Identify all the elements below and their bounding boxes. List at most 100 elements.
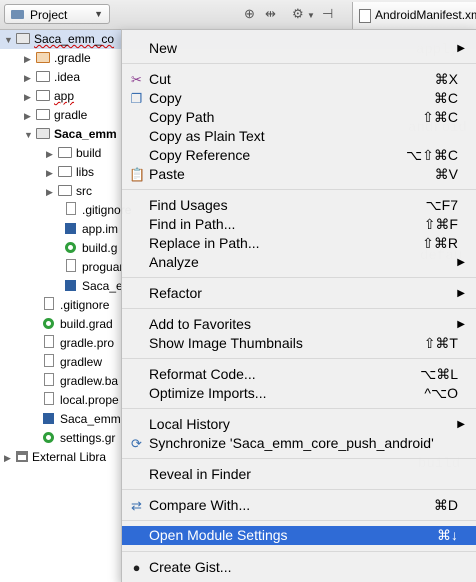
menu-item-label: Copy Reference <box>149 147 251 163</box>
menu-item-label: Paste <box>149 166 185 182</box>
menu-item-label: Refactor <box>149 285 202 301</box>
tree-row-external-libraries[interactable]: ▶ External Libra <box>4 448 106 467</box>
library-icon <box>16 451 28 462</box>
tree-label: .gitignore <box>60 298 110 312</box>
tree-row[interactable]: build.grad <box>42 315 113 334</box>
menu-item-add-to-favorites[interactable]: Add to Favorites ▶ <box>122 315 476 334</box>
menu-item-new[interactable]: New ▶ <box>122 39 476 58</box>
menu-item-label: Find Usages <box>149 197 228 213</box>
tree-row[interactable]: ▶ app <box>24 87 74 106</box>
collapsed-arrow-icon: ▶ <box>46 187 53 197</box>
menu-item-cut[interactable]: ✂ Cut ⌘X <box>122 70 476 89</box>
file-icon <box>66 202 76 215</box>
tree-row[interactable]: gradle.pro <box>42 334 114 353</box>
tree-row[interactable]: proguar <box>64 258 123 277</box>
tree-row[interactable]: ▶ build <box>46 144 101 163</box>
menu-item-paste[interactable]: 📋 Paste ⌘V <box>122 165 476 184</box>
menu-item-reveal-in-finder[interactable]: Reveal in Finder <box>122 465 476 484</box>
tree-row[interactable]: ▶ libs <box>46 163 94 182</box>
collapsed-arrow-icon: ▶ <box>24 92 31 102</box>
menu-shortcut: ^⌥O <box>424 385 458 401</box>
tree-row[interactable]: ▶ .idea <box>24 68 80 87</box>
menu-item-compare-with[interactable]: ⇄ Compare With... ⌘D <box>122 496 476 515</box>
file-icon <box>44 335 54 348</box>
menu-item-replace-in-path[interactable]: Replace in Path... ⇧⌘R <box>122 234 476 253</box>
menu-item-label: Reformat Code... <box>149 366 256 382</box>
menu-item-label: Copy Path <box>149 109 215 125</box>
folder-icon <box>36 71 50 82</box>
menu-separator <box>122 308 476 309</box>
hide-panel-icon[interactable]: ⊣ <box>322 6 333 22</box>
project-toolbar: Project ▼ ⊕ ⇹ ⚙ ▼ ⊣ AndroidManifest.xml <box>0 0 476 30</box>
module-file-icon <box>43 413 54 424</box>
tree-row[interactable]: Saca_e <box>64 277 123 296</box>
tree-row[interactable]: .gitignore <box>42 296 109 315</box>
project-view-dropdown[interactable]: Project ▼ <box>4 4 110 24</box>
folder-icon <box>58 166 72 177</box>
menu-item-find-usages[interactable]: Find Usages ⌥F7 <box>122 196 476 215</box>
tree-label: settings.gr <box>60 431 116 445</box>
tree-label: .gradle <box>54 51 91 65</box>
menu-item-label: Local History <box>149 416 230 432</box>
tree-row[interactable]: settings.gr <box>42 429 115 448</box>
tree-label: src <box>76 184 92 198</box>
menu-shortcut: ⌥F7 <box>425 197 458 213</box>
tree-label: build.grad <box>60 317 113 331</box>
collapsed-arrow-icon: ▶ <box>24 54 31 64</box>
gear-dropdown-icon[interactable]: ▼ <box>307 8 315 24</box>
menu-item-analyze[interactable]: Analyze ▶ <box>122 253 476 272</box>
menu-separator <box>122 189 476 190</box>
tree-label: External Libra <box>32 450 107 464</box>
tree-label: Saca_e <box>82 279 123 293</box>
tree-label: app <box>54 89 75 103</box>
menu-separator <box>122 520 476 521</box>
menu-item-find-in-path[interactable]: Find in Path... ⇧⌘F <box>122 215 476 234</box>
gear-icon[interactable]: ⚙ <box>292 6 304 22</box>
tree-row[interactable]: ▼ Saca_emm <box>24 125 117 144</box>
gradle-icon <box>43 318 54 329</box>
menu-item-create-gist[interactable]: ● Create Gist... <box>122 558 476 577</box>
tree-row[interactable]: gradlew <box>42 353 102 372</box>
menu-separator <box>122 358 476 359</box>
tab-android-manifest[interactable]: AndroidManifest.xml <box>352 2 476 29</box>
tree-row[interactable]: ▶ .gradle <box>24 49 91 68</box>
menu-item-copy-reference[interactable]: Copy Reference ⌥⇧⌘C <box>122 146 476 165</box>
tree-row[interactable]: ▶ gradle <box>24 106 87 125</box>
collapsed-arrow-icon: ▶ <box>24 73 31 83</box>
menu-item-label: Find in Path... <box>149 216 236 232</box>
collapse-icon[interactable]: ⇹ <box>265 6 276 22</box>
menu-item-synchronize[interactable]: ⟳ Synchronize 'Saca_emm_core_push_androi… <box>122 434 476 453</box>
menu-item-reformat-code[interactable]: Reformat Code... ⌥⌘L <box>122 365 476 384</box>
tree-label: gradlew <box>60 355 103 369</box>
paste-icon: 📋 <box>129 167 146 182</box>
menu-item-label: Synchronize 'Saca_emm_core_push_android' <box>149 435 434 451</box>
folder-icon <box>58 185 72 196</box>
tree-label: libs <box>76 165 95 179</box>
crosshair-icon[interactable]: ⊕ <box>244 6 255 22</box>
menu-item-copy[interactable]: ❐ Copy ⌘C <box>122 89 476 108</box>
menu-item-refactor[interactable]: Refactor ▶ <box>122 284 476 303</box>
tree-row[interactable]: gradlew.ba <box>42 372 118 391</box>
tree-row[interactable]: build.g <box>64 239 117 258</box>
menu-shortcut: ⌘X <box>434 71 458 87</box>
menu-separator <box>122 408 476 409</box>
menu-item-copy-plain-text[interactable]: Copy as Plain Text <box>122 127 476 146</box>
folder-icon <box>58 147 72 158</box>
menu-item-open-module-settings[interactable]: Open Module Settings ⌘↓ <box>122 526 476 545</box>
menu-item-local-history[interactable]: Local History ▶ <box>122 415 476 434</box>
tree-row[interactable]: local.prope <box>42 391 119 410</box>
menu-item-label: Reveal in Finder <box>149 466 251 482</box>
collapsed-arrow-icon: ▶ <box>46 168 53 178</box>
menu-item-copy-path[interactable]: Copy Path ⇧⌘C <box>122 108 476 127</box>
tree-row[interactable]: ▶ src <box>46 182 92 201</box>
menu-separator <box>122 458 476 459</box>
tree-row[interactable]: Saca_emm <box>42 410 121 429</box>
menu-item-show-image-thumbnails[interactable]: Show Image Thumbnails ⇧⌘T <box>122 334 476 353</box>
menu-shortcut: ⌘D <box>433 497 458 513</box>
file-icon <box>66 259 76 272</box>
tree-label: build.g <box>82 241 118 255</box>
menu-item-optimize-imports[interactable]: Optimize Imports... ^⌥O <box>122 384 476 403</box>
tree-row[interactable]: app.im <box>64 220 118 239</box>
file-icon <box>44 373 54 386</box>
menu-item-label: Copy as Plain Text <box>149 128 265 144</box>
